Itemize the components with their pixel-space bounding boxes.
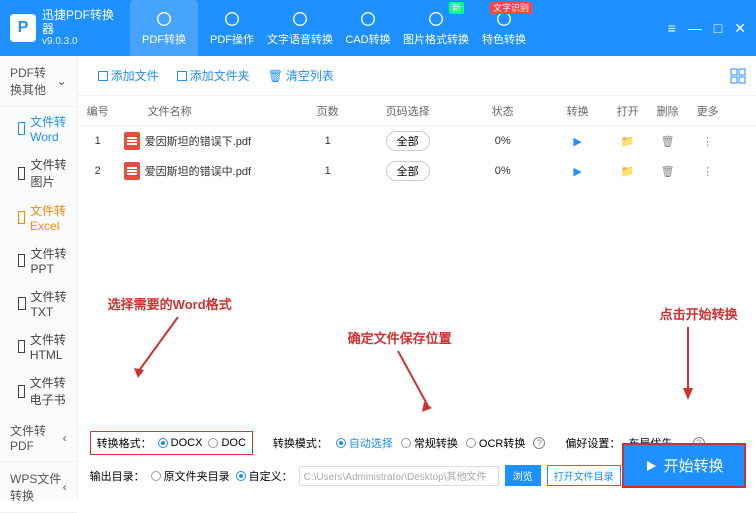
chevron-left-icon: ‹ xyxy=(63,480,67,494)
annotation-3: 点击开始转换 xyxy=(660,304,738,323)
arrow-icon xyxy=(128,312,188,382)
text-icon xyxy=(291,10,309,28)
plus-icon xyxy=(98,71,108,81)
radio-mode-normal[interactable]: 常规转换 xyxy=(401,435,458,451)
maximize-icon[interactable]: □ xyxy=(714,20,722,37)
file-icon xyxy=(18,385,25,398)
sidebar-item-3[interactable]: 文件转PPT xyxy=(0,239,77,282)
help-icon[interactable]: ? xyxy=(533,437,545,449)
close-icon[interactable]: ✕ xyxy=(734,20,746,37)
top-tab-3[interactable]: CAD转换 xyxy=(334,0,402,56)
browse-button[interactable]: 浏览 xyxy=(505,465,541,486)
top-tab-5[interactable]: 特色转换文字识别 xyxy=(470,0,538,56)
file-icon xyxy=(18,254,25,267)
table-row: 1 爱因斯坦的错误下.pdf 1 全部 0% ▶ 📁 🗑 ⋮ xyxy=(78,126,756,156)
convert-button[interactable]: ▶ xyxy=(548,165,608,178)
delete-icon[interactable]: 🗑 xyxy=(648,165,688,178)
badge: 新 xyxy=(449,2,464,14)
output-label: 输出目录： xyxy=(90,468,145,484)
format-option-box: 转换格式： DOCX DOC xyxy=(90,431,253,455)
mode-label: 转换模式： xyxy=(273,435,328,451)
open-folder-icon[interactable]: 📁 xyxy=(608,165,648,178)
minimize-icon[interactable]: — xyxy=(688,20,702,37)
menu-icon[interactable]: ≡ xyxy=(668,20,676,37)
swap-icon xyxy=(155,10,173,28)
sidebar-cat-to-pdf[interactable]: 文件转PDF ‹ xyxy=(0,414,77,462)
app-title: 迅捷PDF转换器 xyxy=(42,8,120,37)
radio-mode-ocr[interactable]: OCR转换 xyxy=(466,435,525,451)
annotation-1: 选择需要的Word格式 xyxy=(108,294,232,313)
open-folder-button[interactable]: 打开文件目录 xyxy=(547,465,621,486)
radio-doc[interactable]: DOC xyxy=(208,437,245,449)
plus-icon xyxy=(177,71,187,81)
file-icon xyxy=(18,297,26,310)
start-convert-button[interactable]: 开始转换 xyxy=(622,443,746,488)
radio-mode-auto[interactable]: 自动选择 xyxy=(336,435,393,451)
chevron-left-icon: ‹ xyxy=(63,431,67,445)
more-icon[interactable]: ⋮ xyxy=(688,135,728,148)
clear-list-button[interactable]: 🗑清空列表 xyxy=(260,64,342,87)
grid-view-icon[interactable] xyxy=(730,68,746,84)
radio-output-custom[interactable]: 自定义： xyxy=(236,468,293,484)
sidebar-item-4[interactable]: 文件转TXT xyxy=(0,282,77,325)
sidebar-cat-wps[interactable]: WPS文件转换 ‹ xyxy=(0,462,77,513)
top-tab-1[interactable]: PDF操作 xyxy=(198,0,266,56)
radio-docx[interactable]: DOCX xyxy=(158,437,203,449)
file-icon xyxy=(18,167,25,180)
more-icon[interactable]: ⋮ xyxy=(688,165,728,178)
pdf-icon xyxy=(124,132,140,150)
add-folder-button[interactable]: 添加文件夹 xyxy=(169,64,258,87)
sidebar-item-2[interactable]: 文件转Excel xyxy=(0,196,77,239)
top-tab-2[interactable]: 文字语音转换 xyxy=(266,0,334,56)
sidebar-item-1[interactable]: 文件转图片 xyxy=(0,150,77,196)
download-icon xyxy=(359,10,377,28)
arrow-icon xyxy=(388,346,438,416)
open-folder-icon[interactable]: 📁 xyxy=(608,135,648,148)
sidebar-cat-pdf-to-other[interactable]: PDF转换其他 ⌄ xyxy=(0,56,77,107)
output-path-input[interactable] xyxy=(299,466,499,486)
file-icon xyxy=(18,122,25,135)
play-icon xyxy=(644,459,658,473)
delete-icon[interactable]: 🗑 xyxy=(648,135,688,148)
format-label: 转换格式： xyxy=(97,435,152,451)
top-tab-0[interactable]: PDF转换 xyxy=(130,0,198,56)
radio-output-orig[interactable]: 原文件夹目录 xyxy=(151,468,230,484)
logo-icon: P xyxy=(10,14,36,42)
trash-icon: 🗑 xyxy=(268,69,283,83)
chevron-down-icon: ⌄ xyxy=(57,74,67,88)
top-tab-4[interactable]: 图片格式转换新 xyxy=(402,0,470,56)
convert-button[interactable]: ▶ xyxy=(548,135,608,148)
app-version: v9.0.3.0 xyxy=(42,36,120,48)
sidebar-item-5[interactable]: 文件转HTML xyxy=(0,325,77,368)
page-select-button[interactable]: 全部 xyxy=(386,161,430,181)
pdf-icon xyxy=(124,162,140,180)
table-header: 编号文件名称页数页码选择状态转换打开删除更多 xyxy=(78,96,756,126)
arrow-icon xyxy=(673,322,703,402)
file-icon xyxy=(18,211,25,224)
sidebar-item-6[interactable]: 文件转电子书 xyxy=(0,368,77,414)
page-select-button[interactable]: 全部 xyxy=(386,131,430,151)
image-icon xyxy=(427,10,445,28)
table-row: 2 爱因斯坦的错误中.pdf 1 全部 0% ▶ 📁 🗑 ⋮ xyxy=(78,156,756,186)
file-icon xyxy=(18,340,25,353)
add-file-button[interactable]: 添加文件 xyxy=(90,64,167,87)
annotation-2: 确定文件保存位置 xyxy=(348,328,452,347)
app-logo: P 迅捷PDF转换器 v9.0.3.0 xyxy=(0,8,130,49)
layout-label: 偏好设置： xyxy=(565,435,620,451)
target-icon xyxy=(223,10,241,28)
badge: 文字识别 xyxy=(490,2,532,14)
sidebar-item-0[interactable]: 文件转Word xyxy=(0,107,77,150)
